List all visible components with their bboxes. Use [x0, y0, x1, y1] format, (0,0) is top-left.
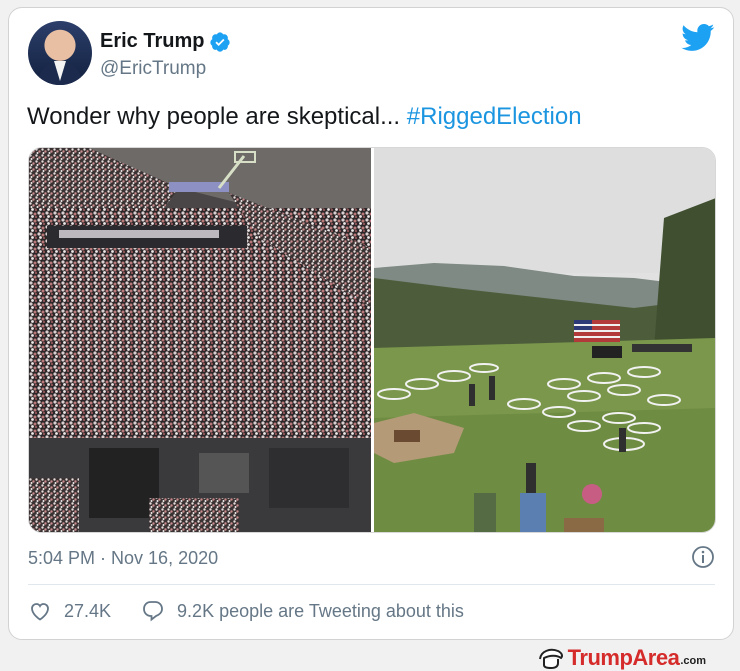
- heart-icon: [31, 603, 49, 621]
- tweet-timestamp[interactable]: 5:04 PM · Nov 16, 2020: [28, 548, 218, 569]
- tweeting-about-text: 9.2K people are Tweeting about this: [177, 600, 464, 621]
- reply-conversation-button[interactable]: 9.2K people are Tweeting about this: [141, 599, 464, 623]
- tweet-media[interactable]: [28, 147, 716, 533]
- hashtag-link[interactable]: #RiggedElection: [407, 103, 582, 130]
- tweet-actions: 27.4K 9.2K people are Tweeting about thi…: [28, 599, 464, 623]
- twitter-bird-icon[interactable]: [681, 24, 715, 52]
- watermark-domain: .com: [680, 655, 706, 667]
- info-icon[interactable]: [691, 545, 715, 569]
- like-count: 27.4K: [64, 600, 112, 621]
- speech-bubble-icon: [143, 601, 163, 622]
- tweet-text-body: Wonder why people are skeptical...: [27, 103, 407, 130]
- trumparea-watermark: TrumpArea .com: [538, 645, 706, 671]
- watermark-brand: TrumpArea: [567, 645, 680, 670]
- tweet-text: Wonder why people are skeptical... #Rigg…: [27, 103, 582, 131]
- author-avatar[interactable]: [28, 21, 92, 85]
- rally-crowd-photo[interactable]: [29, 148, 371, 532]
- author-name-row[interactable]: Eric Trump: [100, 30, 231, 53]
- verified-badge-icon: [210, 31, 231, 52]
- rally-crowd-image: [29, 148, 371, 532]
- author-name[interactable]: Eric Trump: [100, 30, 204, 53]
- divider: [28, 584, 715, 585]
- tweet-card[interactable]: Eric Trump @EricTrump Wonder why people …: [8, 7, 734, 640]
- distanced-event-image: [374, 148, 715, 532]
- author-handle[interactable]: @EricTrump: [100, 58, 206, 80]
- trump-hair-logo-icon: [538, 648, 563, 669]
- distanced-circles-event-photo[interactable]: [374, 148, 715, 532]
- like-button[interactable]: 27.4K: [28, 599, 111, 623]
